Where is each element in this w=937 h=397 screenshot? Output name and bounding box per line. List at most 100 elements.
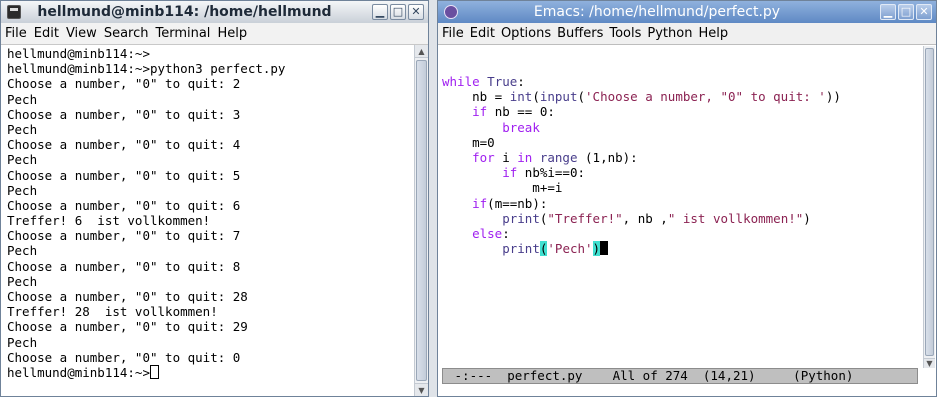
terminal-line: Treffer! 28 ist vollkommen! [7, 304, 218, 320]
emacs-title: Emacs: /home/hellmund/perfect.py [533, 4, 781, 20]
code-string: " ist vollkommen!" [667, 210, 804, 226]
terminal-prompt-line: hellmund@minb114:~> [7, 364, 414, 380]
terminal-line: Pech [7, 182, 38, 198]
emacs-mode-line: -:--- perfect.py All of 274 (14,21) (Pyt… [442, 368, 918, 384]
terminal-line: Choose a number, "0" to quit: 4 [7, 137, 241, 153]
terminal-line: Pech [7, 243, 38, 259]
code-keyword: in [517, 149, 533, 165]
code-builtin: print [502, 241, 540, 257]
code-line: print("Treffer!", nb ," ist vollkommen!"… [442, 211, 922, 226]
code-line: print('Pech') [442, 241, 922, 257]
terminal-menu-search[interactable]: Search [104, 26, 149, 41]
code-line: if nb == 0: [442, 104, 922, 119]
code-text: (m==nb): [487, 195, 548, 211]
emacs-minibuffer[interactable] [442, 385, 922, 396]
terminal-scroll-thumb[interactable] [416, 60, 427, 381]
terminal-line: Pech [7, 91, 38, 107]
emacs-menu-file[interactable]: File [442, 26, 464, 41]
emacs-menu-python[interactable]: Python [647, 26, 692, 41]
terminal-line: Pech [7, 121, 38, 137]
terminal-line: Choose a number, "0" to quit: 29 [7, 319, 248, 335]
code-text: (1,nb): [577, 149, 638, 165]
code-keyword: break [502, 119, 540, 135]
code-builtin: int [509, 89, 533, 105]
code-text: nb = [442, 89, 510, 105]
terminal-output[interactable]: hellmund@minb114:~> hellmund@minb114:~>p… [1, 45, 414, 396]
code-text: ( [577, 89, 586, 105]
terminal-prompt: hellmund@minb114:~> [7, 364, 150, 380]
terminal-title: hellmund@minb114: /home/hellmund [37, 4, 332, 20]
emacs-window: Emacs: /home/hellmund/perfect.py ▁ □ ✕ F… [437, 0, 937, 397]
minimize-icon[interactable]: ▁ [372, 4, 388, 20]
terminal-line: Choose a number, "0" to quit: 3 [7, 106, 241, 122]
minimize-icon[interactable]: ▁ [880, 4, 896, 20]
matching-paren: ) [592, 241, 601, 257]
code-builtin: input [539, 89, 578, 105]
code-line: else: [442, 226, 922, 241]
terminal-menu-file[interactable]: File [5, 26, 27, 41]
emacs-menu-edit[interactable]: Edit [470, 26, 495, 41]
scroll-down-icon[interactable]: ▼ [924, 358, 935, 368]
maximize-icon[interactable]: □ [898, 4, 914, 20]
terminal-cursor [150, 364, 159, 379]
terminal-line: Choose a number, "0" to quit: 0 [7, 349, 241, 365]
terminal-line: Pech [7, 334, 38, 350]
code-builtin: print [502, 210, 540, 226]
emacs-menu-help[interactable]: Help [698, 26, 728, 41]
code-text: ( [532, 89, 540, 105]
terminal-scrollbar[interactable]: ▲ ▼ [414, 45, 428, 396]
code-builtin: True [487, 74, 518, 89]
code-text: i [494, 149, 518, 165]
emacs-code-buffer[interactable]: while True: nb = int(input('Choose a num… [442, 46, 922, 368]
terminal-line: hellmund@minb114:~>python3 perfect.py [7, 61, 286, 77]
code-line: if nb%i==0: [442, 165, 922, 180]
code-keyword: if [472, 104, 488, 120]
code-line: nb = int(input('Choose a number, "0" to … [442, 89, 922, 104]
code-string: "Treffer!" [547, 210, 623, 226]
terminal-line: Choose a number, "0" to quit: 6 [7, 197, 241, 213]
code-line: while True: [442, 74, 922, 89]
scroll-down-icon[interactable]: ▼ [415, 383, 428, 396]
code-keyword: else [472, 225, 503, 241]
code-string: 'Pech' [547, 241, 593, 257]
terminal-line: Treffer! 6 ist vollkommen! [7, 213, 211, 229]
emacs-menu-buffers[interactable]: Buffers [557, 26, 603, 41]
terminal-line: Choose a number, "0" to quit: 7 [7, 228, 241, 244]
terminal-line: Choose a number, "0" to quit: 5 [7, 167, 241, 183]
emacs-scroll-thumb[interactable] [925, 48, 934, 356]
emacs-cursor [600, 241, 609, 256]
terminal-line: hellmund@minb114:~> [7, 46, 150, 61]
code-text: : [502, 225, 510, 241]
emacs-menubar: File Edit Options Buffers Tools Python H… [438, 23, 936, 45]
scroll-up-icon[interactable]: ▲ [415, 45, 428, 58]
terminal-menu-edit[interactable]: Edit [34, 26, 59, 41]
code-keyword: while [442, 74, 480, 89]
code-line: break [442, 120, 922, 135]
close-icon[interactable]: ✕ [408, 4, 424, 20]
terminal-line: Pech [7, 152, 38, 168]
code-builtin: range [539, 149, 578, 165]
close-icon[interactable]: ✕ [916, 4, 932, 20]
code-text: nb == 0: [487, 104, 555, 120]
terminal-line: Choose a number, "0" to quit: 2 [7, 76, 241, 92]
code-line: m=0 [442, 134, 495, 150]
emacs-menu-options[interactable]: Options [501, 26, 551, 41]
maximize-icon[interactable]: □ [390, 4, 406, 20]
terminal-titlebar[interactable]: hellmund@minb114: /home/hellmund ▁ □ ✕ [1, 1, 428, 23]
terminal-menu-help[interactable]: Help [217, 26, 247, 41]
code-keyword: if [502, 165, 518, 181]
terminal-line: Choose a number, "0" to quit: 28 [7, 289, 248, 304]
terminal-menu-view[interactable]: View [66, 26, 97, 41]
terminal-line: Choose a number, "0" to quit: 8 [7, 258, 241, 274]
terminal-menu-terminal[interactable]: Terminal [155, 26, 210, 41]
code-line: m+=i [442, 180, 563, 196]
code-text: , nb , [622, 210, 668, 226]
code-keyword: if [472, 195, 488, 211]
code-string: 'Choose a number, "0" to quit: ' [585, 89, 826, 105]
terminal-menubar: File Edit View Search Terminal Help [1, 23, 428, 45]
emacs-scrollbar[interactable]: ▼ [923, 46, 935, 368]
emacs-titlebar[interactable]: Emacs: /home/hellmund/perfect.py ▁ □ ✕ [438, 1, 936, 23]
code-line: for i in range (1,nb): [442, 150, 922, 165]
emacs-menu-tools[interactable]: Tools [609, 26, 641, 41]
